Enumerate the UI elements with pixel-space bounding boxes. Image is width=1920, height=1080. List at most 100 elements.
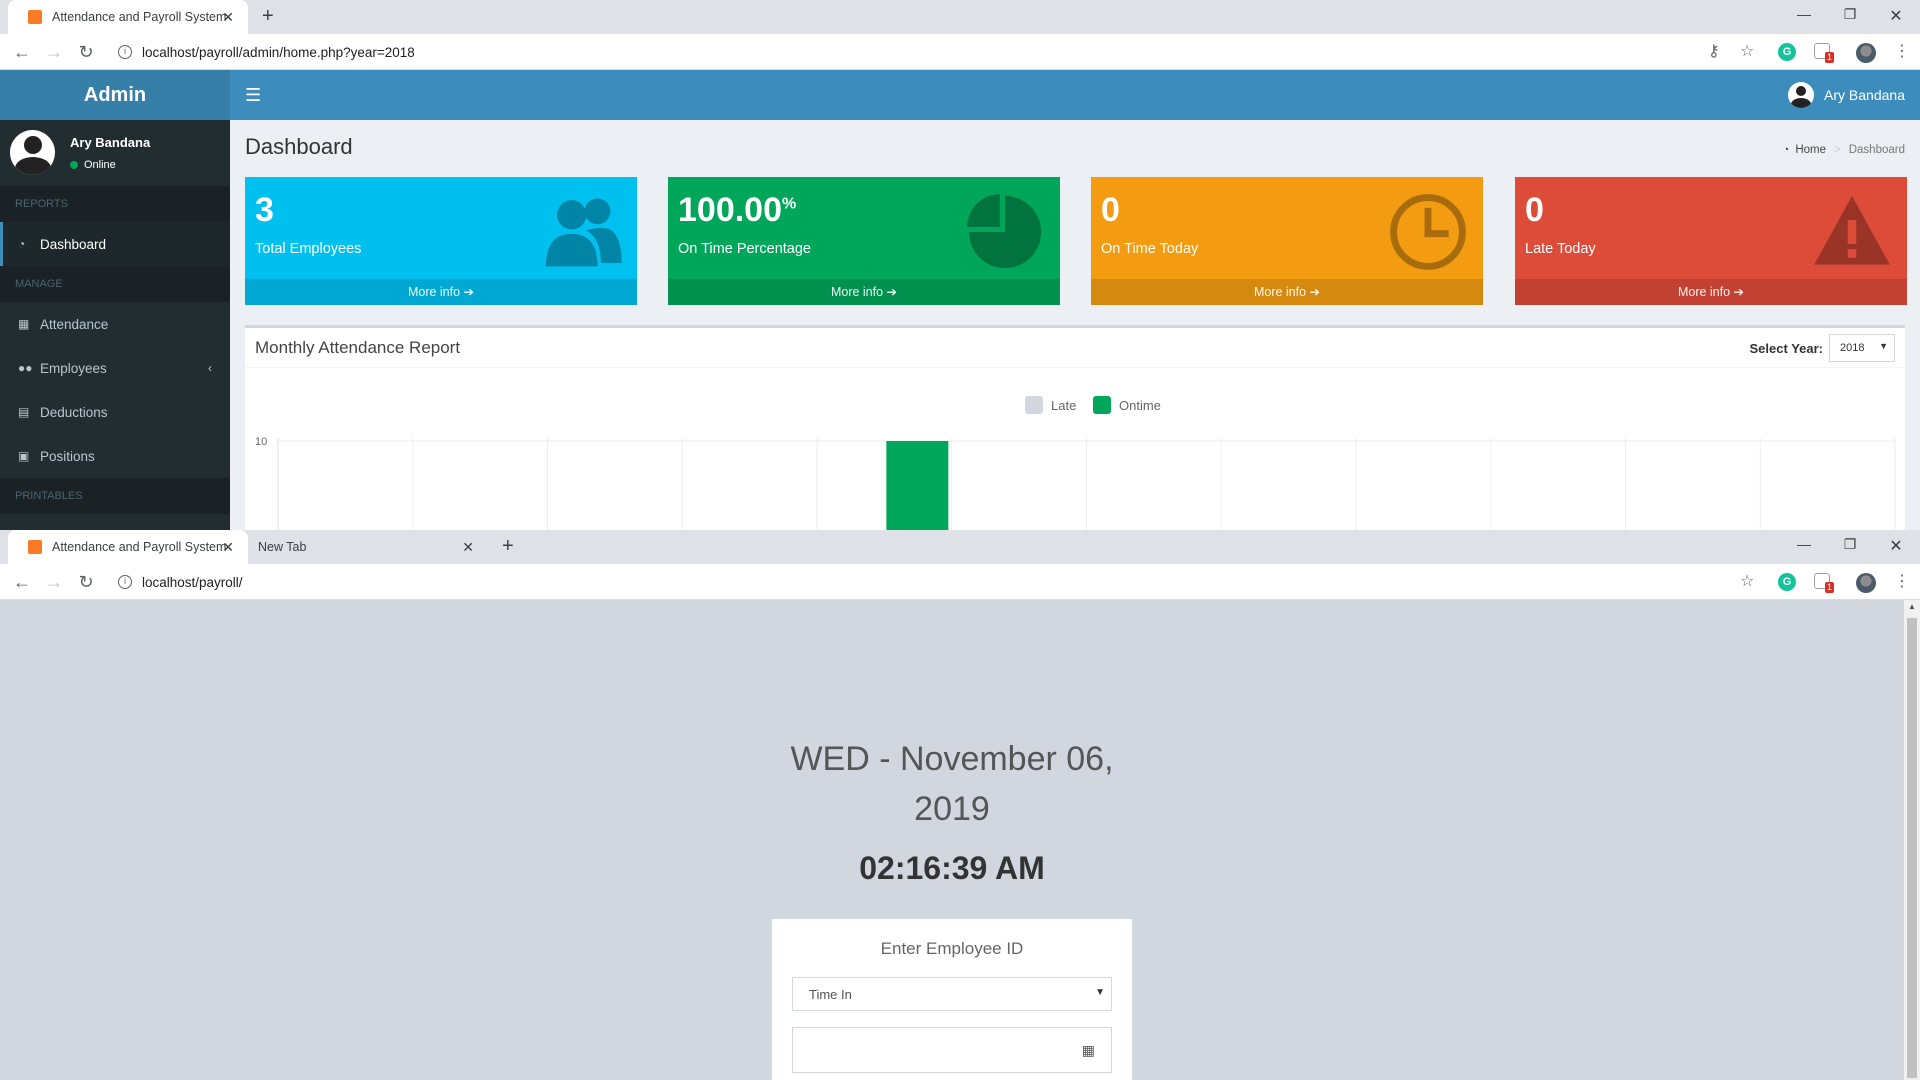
xampp-icon bbox=[28, 10, 42, 24]
calendar-icon: ▦ bbox=[18, 317, 30, 331]
grammarly-icon[interactable]: G bbox=[1778, 573, 1796, 591]
legend-swatch bbox=[1093, 396, 1111, 414]
sidebar-item-employees[interactable]: ●● Employees ‹ bbox=[0, 346, 230, 390]
close-tab-icon[interactable]: ✕ bbox=[222, 9, 234, 26]
user-menu[interactable]: Ary Bandana bbox=[1788, 82, 1905, 108]
sidebar-item-positions[interactable]: ▣ Positions bbox=[0, 434, 230, 478]
forward-button[interactable]: → bbox=[44, 572, 64, 592]
top-navbar: Admin ☰ Ary Bandana bbox=[0, 70, 1920, 120]
year-selector: Select Year: 2018 ▼ bbox=[1750, 334, 1895, 362]
arrow-circle-right-icon: ➔ bbox=[463, 285, 475, 299]
more-info-link[interactable]: More info ➔ bbox=[1515, 279, 1907, 305]
sidebar-item-label: Attendance bbox=[40, 316, 109, 332]
box-header: Monthly Attendance Report Select Year: 2… bbox=[245, 328, 1905, 368]
close-tab-icon[interactable]: ✕ bbox=[462, 539, 474, 556]
address-bar[interactable]: i localhost/payroll/admin/home.php?year=… bbox=[110, 38, 1670, 66]
user-panel-name: Ary Bandana bbox=[70, 135, 151, 150]
extension-icon[interactable]: 1 bbox=[1814, 573, 1834, 593]
sidebar-header-manage: MANAGE bbox=[0, 266, 230, 302]
clock-icon bbox=[1390, 194, 1466, 270]
tab-portal[interactable]: Attendance and Payroll System ✕ bbox=[8, 530, 248, 564]
date-line-1: WED - November 06, bbox=[790, 740, 1114, 778]
restore-button[interactable]: ❐ bbox=[1840, 536, 1860, 553]
minimize-button[interactable]: — bbox=[1794, 6, 1814, 22]
stat-label: On Time Percentage bbox=[678, 241, 811, 257]
sidebar-item-attendance[interactable]: ▦ Attendance bbox=[0, 302, 230, 346]
stat-value: 100.00% bbox=[678, 191, 797, 229]
restore-button[interactable]: ❐ bbox=[1840, 6, 1860, 23]
pie-chart-icon bbox=[967, 194, 1042, 269]
reload-button[interactable]: ↻ bbox=[76, 572, 96, 592]
sidebar-item-label: Employees bbox=[40, 360, 107, 376]
tab-strip: Attendance and Payroll System ✕ New Tab … bbox=[0, 530, 1920, 564]
year-select[interactable]: 2018 ▼ bbox=[1829, 334, 1895, 362]
toolbar: ← → ↻ i localhost/payroll/admin/home.php… bbox=[0, 34, 1920, 70]
file-icon: ▤ bbox=[18, 405, 30, 419]
scroll-up-arrow-icon[interactable]: ▲ bbox=[1908, 602, 1916, 611]
tab-new-tab[interactable]: New Tab ✕ bbox=[248, 530, 488, 564]
stat-box-on-time-percentage: 100.00% On Time Percentage More info ➔ bbox=[668, 177, 1060, 305]
reload-button[interactable]: ↻ bbox=[76, 42, 96, 62]
forward-button[interactable]: → bbox=[44, 42, 64, 62]
close-tab-icon[interactable]: ✕ bbox=[222, 539, 234, 556]
key-icon[interactable]: ⚷ bbox=[1708, 43, 1720, 61]
box-title: Monthly Attendance Report bbox=[255, 338, 461, 357]
extension-icon[interactable]: 1 bbox=[1814, 43, 1834, 63]
employee-login-box: Enter Employee ID Time In ▼ ▦ bbox=[772, 919, 1132, 1080]
dashboard-icon: ◔ bbox=[1782, 144, 1790, 156]
info-icon[interactable]: i bbox=[118, 575, 132, 589]
sidebar-item-label: Deductions bbox=[40, 404, 108, 420]
info-icon[interactable]: i bbox=[118, 45, 132, 59]
tab-title: New Tab bbox=[258, 540, 307, 554]
address-bar[interactable]: i localhost/payroll/ bbox=[110, 568, 1710, 596]
attendance-type-select[interactable]: Time In ▼ bbox=[792, 977, 1112, 1011]
grammarly-icon[interactable]: G bbox=[1778, 43, 1796, 61]
close-window-button[interactable]: ✕ bbox=[1886, 6, 1906, 26]
minimize-button[interactable]: — bbox=[1794, 536, 1814, 552]
xampp-icon bbox=[28, 540, 42, 554]
menu-icon[interactable]: ⋮ bbox=[1894, 43, 1910, 61]
more-info-link[interactable]: More info ➔ bbox=[1091, 279, 1483, 305]
stat-value: 3 bbox=[255, 191, 274, 229]
dashboard-icon: ◔ bbox=[18, 237, 26, 251]
online-dot-icon bbox=[70, 161, 78, 169]
login-box-title: Enter Employee ID bbox=[880, 939, 1024, 958]
content-area: Dashboard ◔ Home > Dashboard 3 Total Emp… bbox=[230, 120, 1920, 530]
more-info-link[interactable]: More info ➔ bbox=[668, 279, 1060, 305]
stat-value: 0 bbox=[1525, 191, 1544, 229]
tab-title: Attendance and Payroll System bbox=[52, 10, 227, 24]
select-year-label: Select Year: bbox=[1749, 340, 1823, 356]
breadcrumb-current: Dashboard bbox=[1848, 144, 1905, 156]
sidebar-toggle-icon[interactable]: ☰ bbox=[245, 85, 261, 105]
profile-avatar[interactable] bbox=[1856, 573, 1876, 593]
employee-portal-page: WED - November 06, 2019 02:16:39 AM Ente… bbox=[0, 600, 1904, 1080]
new-tab-button[interactable]: + bbox=[262, 6, 274, 26]
legend-label: Ontime bbox=[1119, 398, 1161, 413]
admin-page: Admin ☰ Ary Bandana Ary Bandana Online R… bbox=[0, 70, 1920, 530]
logo[interactable]: Admin bbox=[0, 70, 230, 120]
sidebar-item-label: Positions bbox=[40, 448, 95, 464]
profile-avatar[interactable] bbox=[1856, 43, 1876, 63]
bar-ontime-may bbox=[886, 441, 949, 530]
page-scrollbar[interactable]: ▲ bbox=[1904, 600, 1920, 1080]
employee-id-input[interactable]: ▦ bbox=[792, 1027, 1112, 1073]
back-button[interactable]: ← bbox=[12, 572, 32, 592]
users-icon: ●● bbox=[18, 361, 33, 375]
sidebar-item-dashboard[interactable]: ◔ Dashboard bbox=[0, 222, 230, 266]
sidebar: Ary Bandana Online REPORTS ◔ Dashboard M… bbox=[0, 120, 230, 530]
breadcrumb: ◔ Home > Dashboard bbox=[1782, 144, 1905, 156]
more-info-link[interactable]: More info ➔ bbox=[245, 279, 637, 305]
stat-label: Late Today bbox=[1525, 241, 1596, 257]
scrollbar-thumb[interactable] bbox=[1907, 618, 1917, 1078]
menu-icon[interactable]: ⋮ bbox=[1894, 573, 1910, 591]
back-button[interactable]: ← bbox=[12, 42, 32, 62]
new-tab-button[interactable]: + bbox=[502, 536, 514, 556]
stat-box-on-time-today: 0 On Time Today More info ➔ bbox=[1091, 177, 1483, 305]
sidebar-item-deductions[interactable]: ▤ Deductions bbox=[0, 390, 230, 434]
tab-admin[interactable]: Attendance and Payroll System ✕ bbox=[8, 0, 248, 34]
star-icon[interactable]: ☆ bbox=[1740, 573, 1754, 591]
breadcrumb-home[interactable]: Home bbox=[1795, 144, 1826, 156]
close-window-button[interactable]: ✕ bbox=[1886, 536, 1906, 556]
star-icon[interactable]: ☆ bbox=[1740, 43, 1754, 61]
date-line-2: 2019 bbox=[914, 790, 990, 828]
